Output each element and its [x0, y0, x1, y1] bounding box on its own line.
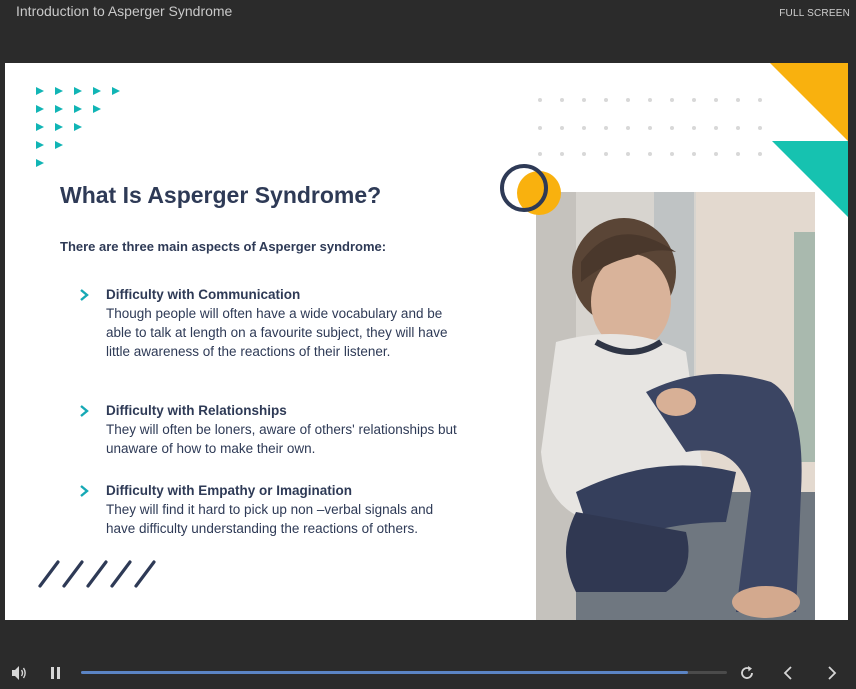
aspect-body: Though people will often have a wide voc…	[106, 306, 448, 359]
slide: What Is Asperger Syndrome? There are thr…	[5, 63, 848, 620]
decorative-navy-ring	[500, 164, 548, 212]
aspect-relationships: Difficulty with Relationships They will …	[77, 401, 457, 458]
progress-bar[interactable]	[81, 671, 727, 674]
aspect-heading: Difficulty with Communication	[106, 287, 301, 302]
chevron-right-icon	[80, 405, 89, 417]
next-icon[interactable]	[826, 665, 838, 681]
top-bar: Introduction to Asperger Syndrome FULL S…	[0, 0, 856, 62]
progress-fill	[81, 671, 689, 674]
replay-icon[interactable]	[739, 665, 755, 681]
corner-yellow-triangle	[770, 63, 848, 141]
previous-icon[interactable]	[782, 665, 794, 681]
aspect-body: They will find it hard to pick up non –v…	[106, 502, 434, 536]
fullscreen-button[interactable]: FULL SCREEN	[779, 8, 850, 19]
chevron-right-icon	[80, 485, 89, 497]
aspect-body: They will often be loners, aware of othe…	[106, 422, 457, 456]
aspect-heading: Difficulty with Relationships	[106, 403, 287, 418]
aspect-empathy: Difficulty with Empathy or Imagination T…	[77, 481, 457, 538]
player-controls	[0, 658, 856, 689]
volume-icon[interactable]	[10, 665, 28, 681]
aspect-heading: Difficulty with Empathy or Imagination	[106, 483, 353, 498]
decorative-slashes	[38, 560, 156, 588]
slide-title: What Is Asperger Syndrome?	[60, 182, 382, 208]
aspect-communication: Difficulty with Communication Though peo…	[77, 285, 457, 361]
boy-by-window-photo	[536, 192, 815, 620]
pause-icon[interactable]	[50, 666, 62, 680]
course-title: Introduction to Asperger Syndrome	[16, 3, 233, 19]
intro-text: There are three main aspects of Asperger…	[60, 239, 387, 254]
chevron-right-icon	[80, 289, 89, 301]
